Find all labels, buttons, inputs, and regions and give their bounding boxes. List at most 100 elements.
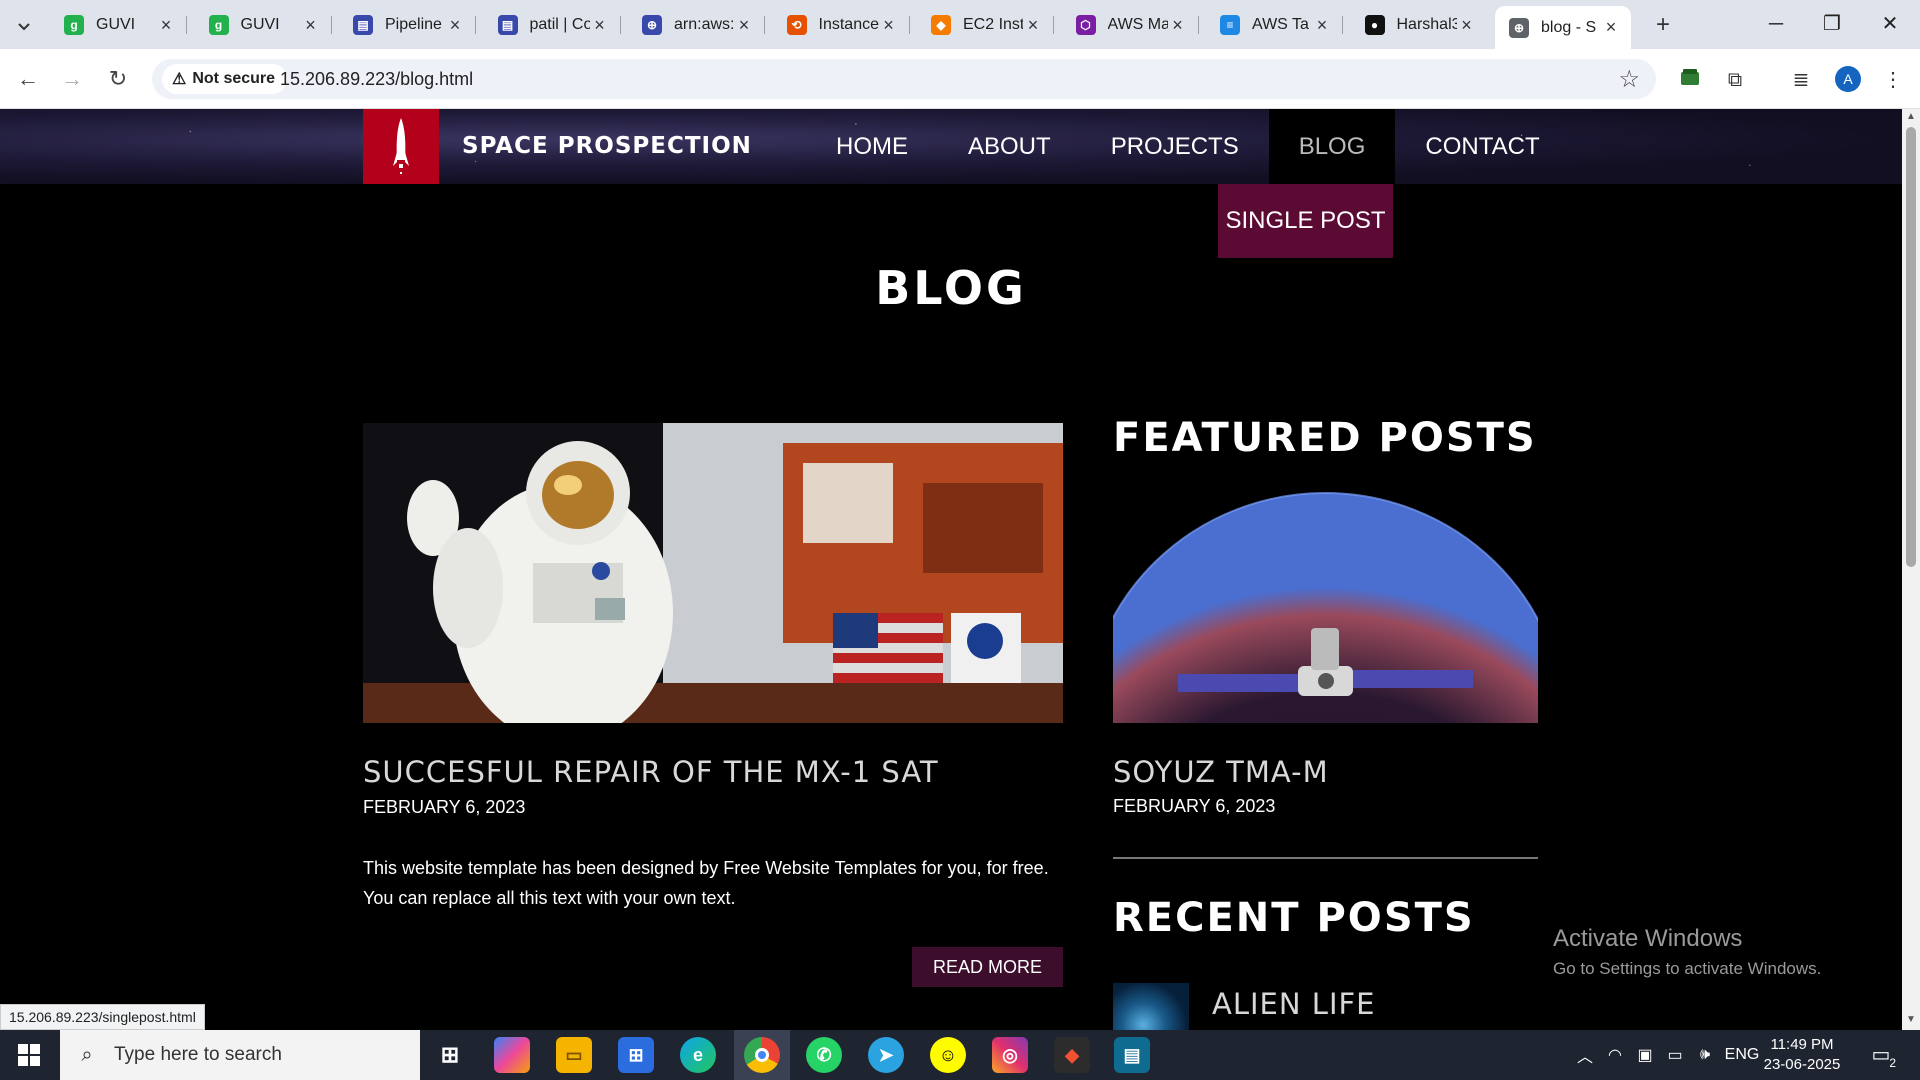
tab-close-icon[interactable]: × bbox=[1312, 15, 1332, 36]
address-bar[interactable]: ⚠ Not secure 15.206.89.223/blog.html ☆ bbox=[152, 59, 1656, 99]
new-tab-button[interactable]: + bbox=[1648, 10, 1678, 40]
show-hidden-icons-chevron-icon[interactable]: ︿ bbox=[1570, 1043, 1600, 1067]
notification-center-icon[interactable]: ▭ 2 bbox=[1866, 1042, 1896, 1070]
browser-tab[interactable]: ▤ Pipeline × bbox=[339, 6, 476, 44]
security-label: Not secure bbox=[192, 70, 276, 87]
extensions-puzzle-icon[interactable]: ⧉ bbox=[1720, 65, 1750, 95]
nav-about[interactable]: ABOUT bbox=[938, 109, 1081, 184]
task-view-icon[interactable]: ⊞ bbox=[432, 1037, 468, 1073]
browser-tab[interactable]: g GUVI × bbox=[195, 6, 332, 44]
tab-close-icon[interactable]: × bbox=[1023, 15, 1043, 36]
start-button[interactable] bbox=[0, 1030, 58, 1080]
media-controls-icon[interactable]: ≣ bbox=[1786, 65, 1816, 95]
notepad-icon[interactable]: ▤ bbox=[1114, 1037, 1150, 1073]
back-button[interactable]: ← bbox=[12, 63, 44, 95]
reload-button[interactable]: ↻ bbox=[102, 63, 134, 95]
browser-tab[interactable]: ⊕ blog - S × bbox=[1495, 6, 1631, 49]
browser-toolbar: ← → ↻ ⚠ Not secure 15.206.89.223/blog.ht… bbox=[0, 49, 1920, 109]
activate-windows-subtitle: Go to Settings to activate Windows. bbox=[1553, 959, 1822, 978]
network-icon[interactable]: ◠ bbox=[1600, 1045, 1630, 1065]
tab-separator bbox=[619, 16, 621, 34]
close-window-button[interactable]: ✕ bbox=[1868, 8, 1912, 40]
site-security-chip[interactable]: ⚠ Not secure bbox=[162, 64, 288, 94]
system-tray: ︿ ◠ ▣ ▭ 🕪 ENG bbox=[1570, 1030, 1764, 1080]
site-logo[interactable] bbox=[363, 109, 439, 184]
tab-close-icon[interactable]: × bbox=[590, 15, 610, 36]
meet-now-icon[interactable]: ▣ bbox=[1630, 1045, 1660, 1065]
instagram-icon[interactable]: ◎ bbox=[992, 1037, 1028, 1073]
browser-tab[interactable]: ⟲ Instance × bbox=[773, 6, 910, 44]
tab-separator bbox=[186, 16, 187, 34]
scroll-down-arrow-icon[interactable]: ▼ bbox=[1902, 1014, 1920, 1028]
read-more-button[interactable]: READ MORE bbox=[912, 947, 1063, 987]
language-indicator[interactable]: ENG bbox=[1720, 1046, 1764, 1064]
copilot-icon[interactable] bbox=[494, 1037, 530, 1073]
browser-tab[interactable]: ● Harshal3 × bbox=[1351, 6, 1487, 44]
notification-count: 2 bbox=[1889, 1056, 1896, 1070]
browser-tab[interactable]: ▤ patil | Co × bbox=[484, 6, 621, 44]
tab-close-icon[interactable]: × bbox=[1457, 15, 1477, 36]
battery-icon[interactable]: ▭ bbox=[1660, 1045, 1690, 1065]
git-icon[interactable]: ◆ bbox=[1054, 1037, 1090, 1073]
browser-tab[interactable]: ≡ AWS Ta × bbox=[1206, 6, 1343, 44]
post-image-astronaut[interactable] bbox=[363, 423, 1063, 723]
warning-triangle-icon: ⚠ bbox=[172, 71, 187, 88]
nav-contact[interactable]: CONTACT bbox=[1395, 109, 1569, 184]
post-title[interactable]: SUCCESFUL REPAIR OF THE MX-1 SAT bbox=[363, 755, 939, 789]
tab-close-icon[interactable]: × bbox=[1601, 17, 1621, 38]
snapchat-icon[interactable]: ☺ bbox=[930, 1037, 966, 1073]
featured-post-title[interactable]: SOYUZ TMA-M bbox=[1113, 755, 1329, 789]
tab-search-chevron-icon[interactable] bbox=[10, 12, 38, 40]
nav-projects[interactable]: PROJECTS bbox=[1081, 109, 1269, 184]
tab-close-icon[interactable]: × bbox=[301, 15, 321, 36]
tab-close-icon[interactable]: × bbox=[1168, 15, 1188, 36]
scrollbar-thumb[interactable] bbox=[1906, 127, 1916, 567]
link-hover-status: 15.206.89.223/singlepost.html bbox=[0, 1004, 205, 1030]
featured-posts-heading: FEATURED POSTS bbox=[1113, 415, 1537, 461]
tab-title: AWS Ma bbox=[1107, 16, 1168, 33]
bookmark-star-icon[interactable]: ☆ bbox=[1618, 65, 1640, 94]
tab-title: blog - S bbox=[1541, 18, 1597, 36]
scroll-up-arrow-icon[interactable]: ▲ bbox=[1902, 111, 1920, 125]
taskbar-clock[interactable]: 11:49 PM 23-06-2025 bbox=[1760, 1035, 1844, 1075]
edge-icon[interactable]: e bbox=[680, 1037, 716, 1073]
browser-tab[interactable]: g GUVI × bbox=[50, 6, 187, 44]
nav-blog[interactable]: BLOG bbox=[1268, 109, 1396, 184]
tab-close-icon[interactable]: × bbox=[734, 15, 754, 36]
browser-tab[interactable]: ⊕ arn:aws: × bbox=[628, 6, 765, 44]
tab-title: AWS Ta bbox=[1252, 16, 1309, 33]
menu-kebab-icon[interactable]: ⋮ bbox=[1878, 65, 1908, 95]
chrome-icon[interactable] bbox=[744, 1037, 780, 1073]
microsoft-store-icon[interactable]: ⊞ bbox=[618, 1037, 654, 1073]
wallet-extension-icon[interactable] bbox=[1675, 65, 1705, 95]
telegram-icon[interactable]: ➤ bbox=[868, 1037, 904, 1073]
profile-avatar[interactable]: A bbox=[1835, 66, 1861, 92]
forward-button[interactable]: → bbox=[56, 63, 88, 95]
tab-close-icon[interactable]: × bbox=[879, 15, 899, 36]
nav-home[interactable]: HOME bbox=[806, 109, 938, 184]
site-name[interactable]: SPACE PROSPECTION bbox=[462, 133, 752, 159]
tab-close-icon[interactable]: × bbox=[156, 15, 176, 36]
minimize-button[interactable]: ─ bbox=[1754, 8, 1798, 40]
url-text[interactable]: 15.206.89.223/blog.html bbox=[280, 69, 473, 90]
taskbar-search-box[interactable]: ⌕ Type here to search bbox=[60, 1030, 420, 1080]
file-explorer-icon[interactable]: ▭ bbox=[556, 1037, 592, 1073]
activate-windows-watermark: Activate Windows Go to Settings to activ… bbox=[1553, 925, 1821, 979]
browser-tab[interactable]: ⬡ AWS Ma × bbox=[1062, 6, 1199, 44]
tab-favicon-icon: ● bbox=[1364, 15, 1385, 35]
recent-post-title[interactable]: ALIEN LIFE bbox=[1212, 987, 1376, 1021]
featured-image-space-station[interactable] bbox=[1113, 488, 1538, 723]
recent-post-thumbnail[interactable] bbox=[1113, 983, 1189, 1030]
restore-button[interactable]: ❐ bbox=[1810, 8, 1854, 40]
browser-tab-strip: g GUVI × g GUVI × ▤ Pipeline × ▤ patil | Co × ⊕ arn:a… bbox=[0, 0, 1920, 49]
page-scrollbar[interactable]: ▲ ▼ bbox=[1902, 109, 1920, 1030]
browser-tab[interactable]: ◆ EC2 Inst × bbox=[917, 6, 1054, 44]
nav-dropdown-single-post[interactable]: SINGLE POST bbox=[1218, 184, 1393, 258]
tab-close-icon[interactable]: × bbox=[445, 15, 465, 36]
tab-separator bbox=[1053, 16, 1054, 34]
volume-icon[interactable]: 🕪 bbox=[1690, 1046, 1720, 1064]
whatsapp-icon[interactable]: ✆ bbox=[806, 1037, 842, 1073]
tab-separator bbox=[1342, 16, 1343, 34]
tab-favicon-icon: ⊕ bbox=[642, 15, 662, 35]
tab-favicon-icon: ▤ bbox=[353, 15, 373, 35]
